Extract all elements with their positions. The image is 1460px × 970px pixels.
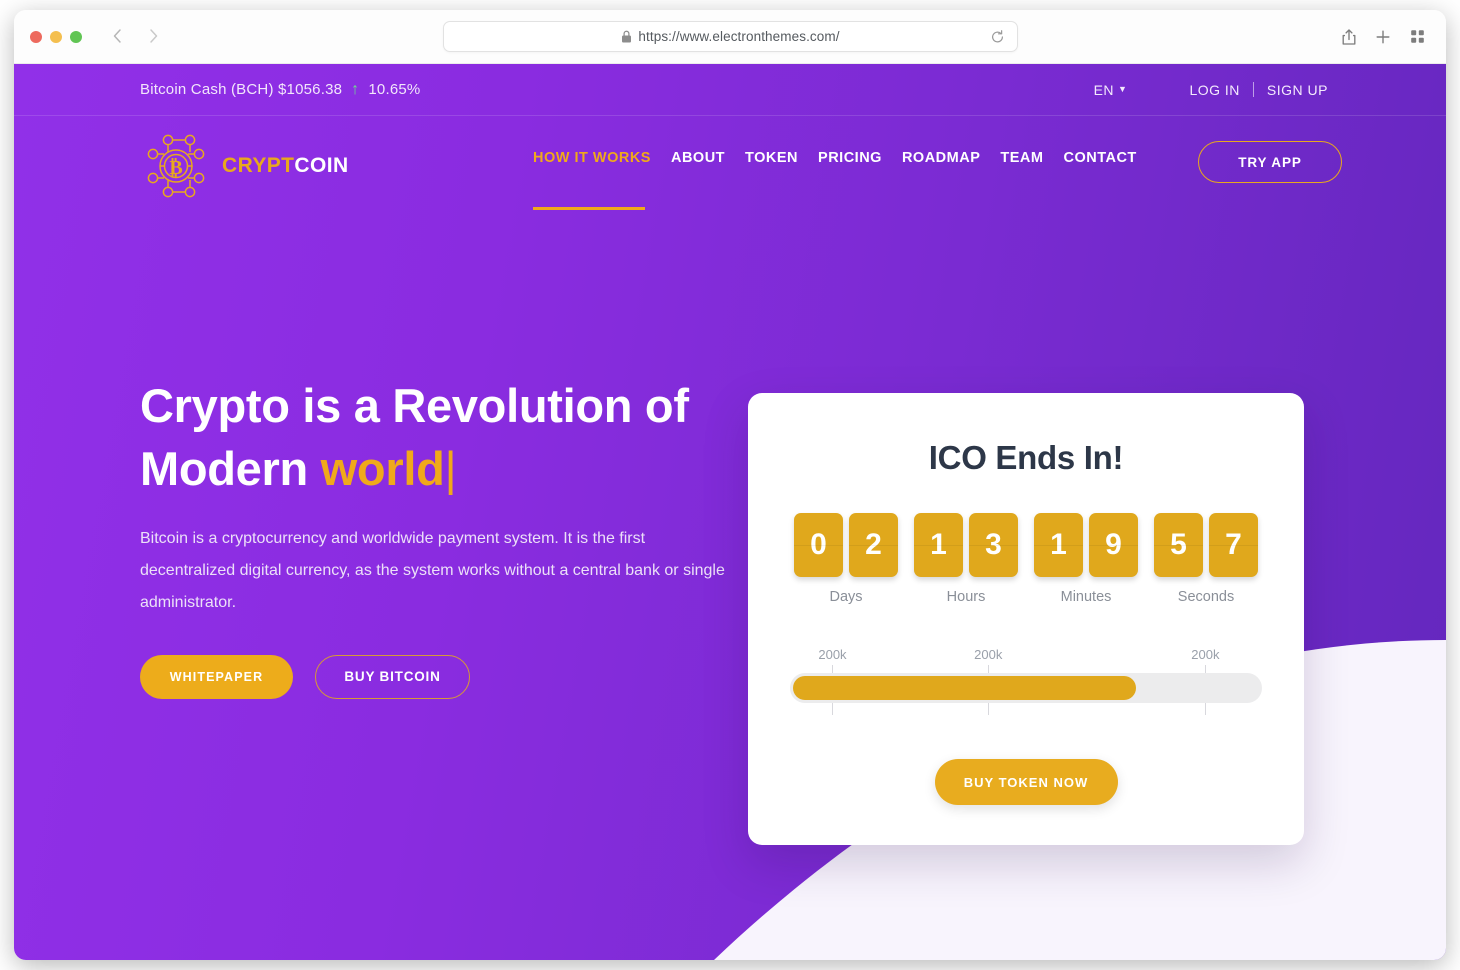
auth-links: LOG IN SIGN UP [1189,82,1328,98]
chevron-down-icon: ▼ [1118,84,1128,94]
arrow-up-icon: ↑ [351,80,360,98]
browser-chrome: https://www.electronthemes.com/ [14,10,1446,64]
progress-tick-label: 200k [1191,647,1220,662]
hero-title-accent: world [320,442,445,496]
close-window-button[interactable] [30,31,42,43]
browser-toolbar-right [1334,22,1432,51]
countdown-unit-days: 0 2 Days [794,513,898,605]
nav-item-roadmap[interactable]: ROADMAP [902,150,980,172]
countdown-digit: 1 [1034,513,1083,577]
ticker-price-group: Bitcoin Cash (BCH) $1056.38 ↑ 10.65% [140,81,420,98]
countdown-unit-seconds: 5 7 Seconds [1154,513,1258,605]
nav-item-about[interactable]: ABOUT [671,150,725,172]
typing-cursor: | [444,442,457,496]
sign-up-link[interactable]: SIGN UP [1267,82,1328,98]
main-navigation: HOW IT WORKS ABOUT TOKEN PRICING ROADMAP… [533,150,1137,210]
token-progress: 200k 200k 200k [790,647,1262,715]
buy-bitcoin-button[interactable]: BUY BITCOIN [315,654,470,699]
hero-title-line-1: Crypto is a Revolution of [140,379,689,432]
logo-text-secondary: COIN [294,154,349,177]
ico-card-title: ICO Ends In! [928,439,1124,476]
countdown-digits-seconds: 5 7 [1154,513,1258,577]
logo-text-primary: CRYPT [222,154,295,177]
reload-icon [992,30,1003,43]
auth-divider [1252,82,1254,97]
countdown-digits-hours: 1 3 [914,513,1018,577]
countdown-label-minutes: Minutes [1060,589,1112,605]
countdown-unit-hours: 1 3 Hours [914,513,1018,605]
countdown-unit-minutes: 1 9 Minutes [1034,513,1138,605]
countdown-digit: 2 [849,513,898,577]
countdown-digit: 7 [1209,513,1258,577]
buy-token-container: BUY TOKEN NOW [790,759,1262,805]
countdown-label-seconds: Seconds [1177,589,1235,605]
lock-icon [622,30,632,43]
forward-button[interactable] [138,21,168,51]
hero-title: Crypto is a Revolution of Modern world| [140,374,740,501]
browser-navigation [102,21,168,51]
reload-button[interactable] [990,29,1005,50]
browser-window: https://www.electronthemes.com/ Bitcoin … [14,10,1446,960]
countdown-label-hours: Hours [946,589,986,605]
log-in-link[interactable]: LOG IN [1189,82,1239,98]
ticker-change-value: 10.65% [368,81,421,98]
nav-item-contact[interactable]: CONTACT [1063,150,1136,172]
hero-section: Crypto is a Revolution of Modern world| … [140,374,740,699]
nav-item-team[interactable]: TEAM [1000,150,1043,172]
whitepaper-button[interactable]: WHITEPAPER [140,654,293,699]
bitcoin-network-icon: ₿ [147,134,205,198]
countdown-digit: 0 [794,513,843,577]
nav-item-token[interactable]: TOKEN [745,150,798,172]
progress-tick-label: 200k [974,647,1003,662]
tab-overview-button[interactable] [1402,22,1432,51]
site-logo[interactable]: ₿ CRYPTCOIN [140,130,349,202]
nav-item-pricing[interactable]: PRICING [818,150,882,172]
countdown-digit: 3 [969,513,1018,577]
grid-icon [1410,30,1424,43]
back-button[interactable] [102,21,132,51]
countdown-digit: 5 [1154,513,1203,577]
chevron-left-icon [113,29,121,43]
hero-cta-group: WHITEPAPER BUY BITCOIN [140,654,740,699]
page-viewport: Bitcoin Cash (BCH) $1056.38 ↑ 10.65% EN … [14,64,1446,960]
progress-bar-track [790,673,1262,703]
countdown-timer: 0 2 Days 1 3 Hours 1 9 Minutes 5 7 Secon… [790,513,1262,605]
share-button[interactable] [1334,22,1364,51]
countdown-digits-days: 0 2 [794,513,898,577]
new-tab-button[interactable] [1368,22,1398,51]
ticker-actions: EN ▼ LOG IN SIGN UP [1094,82,1328,98]
plus-icon [1376,30,1390,43]
address-bar[interactable]: https://www.electronthemes.com/ [443,21,1018,52]
url-text: https://www.electronthemes.com/ [638,29,840,44]
try-app-button[interactable]: TRY APP [1198,141,1342,183]
countdown-digit: 1 [914,513,963,577]
buy-token-now-button[interactable]: BUY TOKEN NOW [934,759,1118,805]
ico-countdown-card: ICO Ends In! 0 2 Days 1 3 Hours 1 9 Minu… [748,393,1304,845]
share-icon [1342,28,1356,45]
chevron-right-icon [149,29,157,43]
progress-tick-label: 200k [818,647,847,662]
language-label: EN [1093,81,1115,98]
hero-description: Bitcoin is a cryptocurrency and worldwid… [140,529,725,611]
maximize-window-button[interactable] [70,31,82,43]
address-bar-content: https://www.electronthemes.com/ [621,29,839,44]
hero-title-line-2-plain: Modern [140,442,321,496]
countdown-digit: 9 [1089,513,1138,577]
svg-text:₿: ₿ [169,157,182,179]
site-header: ₿ CRYPTCOIN HOW IT WORKS ABOUT TOKEN PRI… [14,116,1446,212]
traffic-lights [30,31,82,43]
ticker-coin-label: Bitcoin Cash (BCH) $1056.38 [140,81,343,98]
minimize-window-button[interactable] [50,31,62,43]
countdown-digits-minutes: 1 9 [1034,513,1138,577]
nav-item-how-it-works[interactable]: HOW IT WORKS [533,150,651,210]
progress-bar-fill [793,676,1137,700]
ticker-bar: Bitcoin Cash (BCH) $1056.38 ↑ 10.65% EN … [14,64,1446,116]
logo-wordmark: CRYPTCOIN [222,154,349,178]
countdown-label-days: Days [829,589,863,605]
language-selector[interactable]: EN ▼ [1094,82,1128,98]
